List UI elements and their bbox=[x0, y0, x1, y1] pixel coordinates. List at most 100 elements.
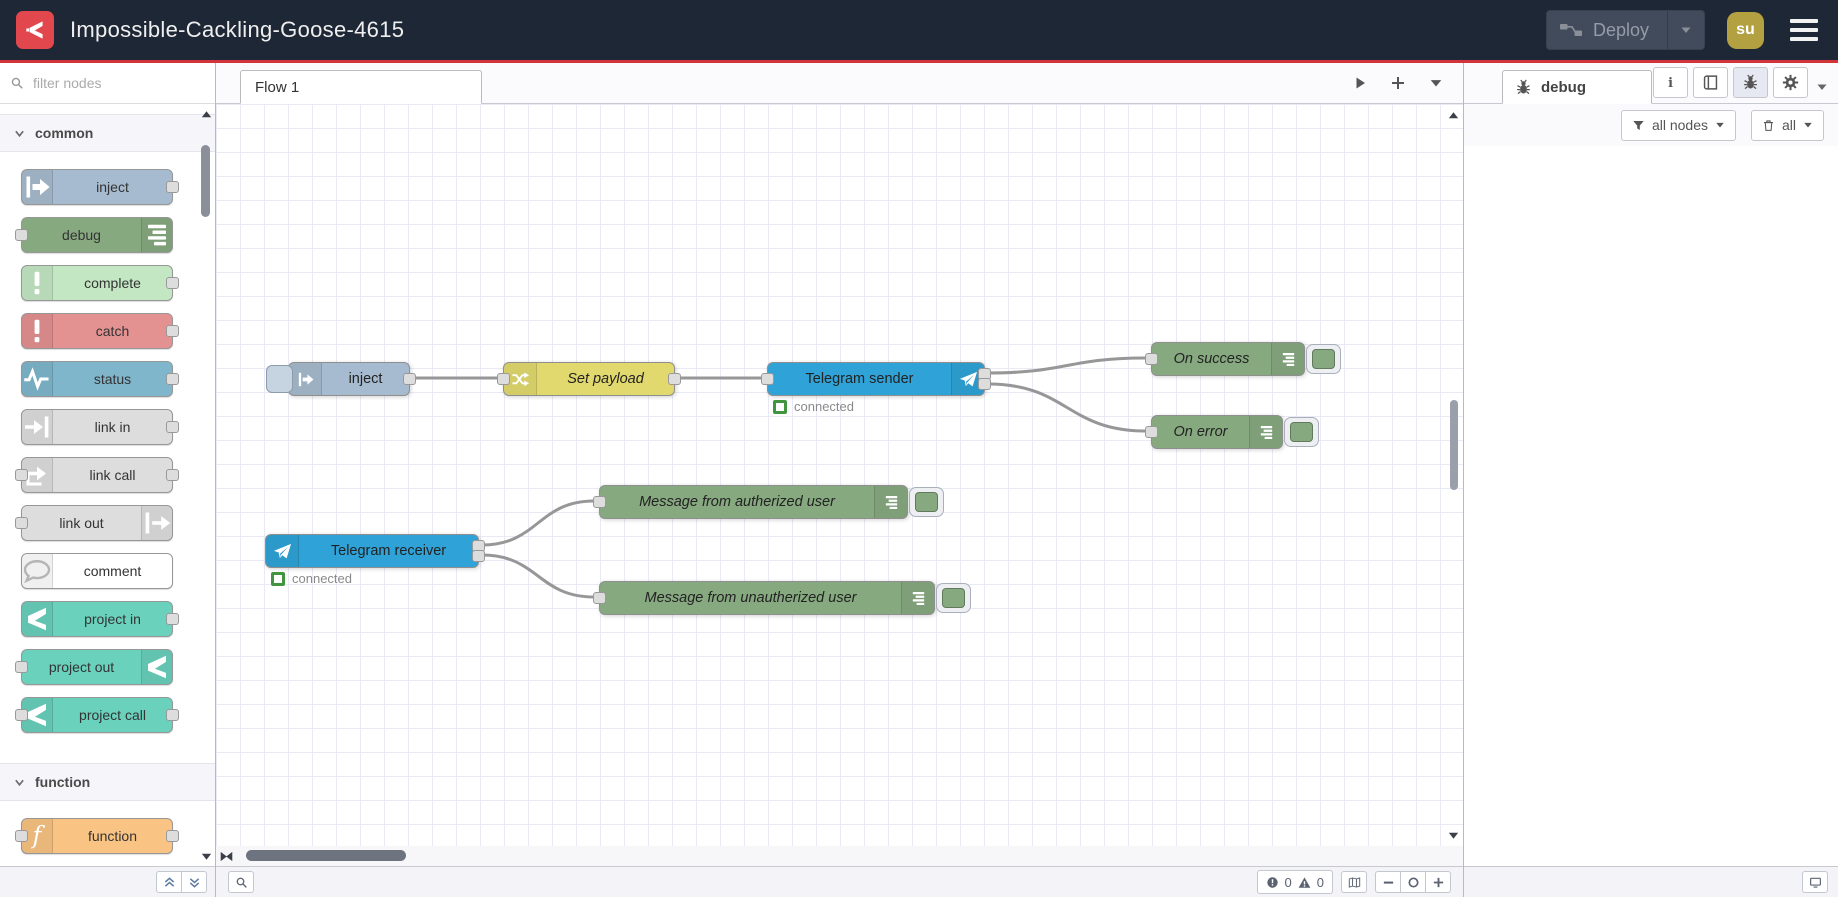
sidebar-tab-debug-button[interactable] bbox=[1733, 67, 1768, 98]
scroll-down-arrow-icon[interactable] bbox=[1446, 828, 1460, 842]
flow-canvas[interactable]: inject Set payload Telegram sender connecte… bbox=[216, 104, 1463, 846]
palette-node-project-out[interactable]: project out bbox=[15, 649, 173, 685]
error-count-icon[interactable] bbox=[1266, 876, 1279, 889]
debug-enable-toggle[interactable] bbox=[1306, 344, 1341, 374]
scroll-up-arrow-icon[interactable] bbox=[1446, 108, 1460, 122]
node-input-port[interactable] bbox=[15, 229, 28, 241]
canvas-horizontal-scrollbar[interactable] bbox=[216, 846, 1463, 866]
warning-count-icon[interactable] bbox=[1298, 876, 1311, 889]
node-input-port[interactable] bbox=[15, 709, 28, 721]
flow-node-message-from-autherized-user[interactable]: Message from autherized user bbox=[593, 485, 944, 519]
palette-node-catch[interactable]: catch bbox=[21, 313, 179, 349]
palette-node-link-call[interactable]: link call bbox=[15, 457, 179, 493]
flow-menu-caret[interactable] bbox=[1429, 76, 1443, 90]
canvas-vscroll-thumb[interactable] bbox=[1450, 400, 1458, 490]
node-input-port[interactable] bbox=[15, 517, 28, 529]
deploy-options-caret[interactable] bbox=[1667, 11, 1704, 49]
node-output-port[interactable] bbox=[166, 277, 179, 289]
node-output-port[interactable] bbox=[166, 421, 179, 433]
flow-node-inject[interactable]: inject bbox=[266, 362, 416, 396]
palette-node-inject[interactable]: inject bbox=[21, 169, 179, 205]
palette-node-function[interactable]: f function bbox=[15, 818, 179, 854]
debug-enable-toggle[interactable] bbox=[936, 583, 971, 613]
node-input-port[interactable] bbox=[761, 373, 774, 385]
palette-category-common[interactable]: common bbox=[0, 114, 215, 152]
canvas-hscroll-thumb[interactable] bbox=[246, 850, 406, 861]
flow-node-telegram-receiver[interactable]: Telegram receiver bbox=[265, 534, 485, 568]
node-input-port[interactable] bbox=[497, 373, 510, 385]
add-flow-button[interactable] bbox=[1391, 76, 1405, 90]
flow-node-on-error[interactable]: On error bbox=[1145, 415, 1319, 449]
scroll-right-arrow-icon[interactable] bbox=[216, 849, 230, 863]
sidebar-tab-config-button[interactable] bbox=[1773, 67, 1808, 98]
palette-search-input[interactable] bbox=[31, 74, 205, 92]
flow-node-set-payload[interactable]: Set payload bbox=[497, 362, 681, 396]
palette-node-project-in[interactable]: project in bbox=[21, 601, 179, 637]
node-input-port[interactable] bbox=[1145, 426, 1158, 438]
node-output-port[interactable] bbox=[978, 378, 991, 391]
collapse-categories-button[interactable] bbox=[156, 871, 182, 893]
wire[interactable] bbox=[987, 382, 1147, 433]
node-output-port[interactable] bbox=[166, 469, 179, 481]
wire[interactable] bbox=[987, 356, 1147, 375]
palette-node-debug[interactable]: debug bbox=[15, 217, 173, 253]
sidebar-menu-caret[interactable] bbox=[1816, 81, 1828, 103]
palette-scrollbar[interactable] bbox=[199, 107, 213, 863]
flow-node-on-success[interactable]: On success bbox=[1145, 342, 1341, 376]
palette-search[interactable] bbox=[0, 63, 215, 104]
node-output-port[interactable] bbox=[166, 613, 179, 625]
zoom-out-button[interactable] bbox=[1375, 871, 1401, 893]
user-avatar[interactable]: su bbox=[1727, 11, 1764, 49]
zoom-reset-button[interactable] bbox=[1400, 871, 1426, 893]
palette-node-project-call[interactable]: project call bbox=[15, 697, 179, 733]
debug-clear-button[interactable]: all bbox=[1750, 109, 1824, 141]
search-flows-button[interactable] bbox=[228, 871, 254, 893]
node-output-port[interactable] bbox=[403, 373, 416, 385]
debug-enable-toggle[interactable] bbox=[909, 487, 944, 517]
flow-node-message-from-unautherized-user[interactable]: Message from unautherized user bbox=[593, 581, 971, 615]
main-menu-button[interactable] bbox=[1786, 15, 1822, 45]
zoom-in-button[interactable] bbox=[1425, 871, 1451, 893]
navigator-button[interactable] bbox=[1341, 871, 1367, 893]
canvas-vertical-scrollbar[interactable] bbox=[1446, 108, 1461, 842]
deploy-button[interactable]: Deploy bbox=[1545, 10, 1705, 50]
node-output-port[interactable] bbox=[166, 373, 179, 385]
palette-group-common: inject debug complete catch status link in lin… bbox=[0, 152, 215, 753]
node-output-port[interactable] bbox=[166, 181, 179, 193]
scroll-down-arrow-icon[interactable] bbox=[199, 849, 213, 863]
tab-debug[interactable]: debug bbox=[1502, 70, 1652, 104]
node-input-port[interactable] bbox=[15, 830, 28, 842]
node-input-port[interactable] bbox=[593, 592, 606, 604]
wire[interactable] bbox=[481, 499, 595, 547]
svg-text:i: i bbox=[1668, 76, 1673, 91]
palette-node-link-out[interactable]: link out bbox=[15, 505, 173, 541]
node-input-port[interactable] bbox=[593, 496, 606, 508]
node-input-port[interactable] bbox=[1145, 353, 1158, 365]
palette-scrollbar-thumb[interactable] bbox=[201, 145, 210, 217]
expand-categories-button[interactable] bbox=[181, 871, 207, 893]
node-output-port[interactable] bbox=[166, 709, 179, 721]
inject-trigger-button[interactable] bbox=[266, 365, 293, 393]
node-input-port[interactable] bbox=[15, 661, 28, 673]
node-output-port[interactable] bbox=[472, 550, 485, 563]
wire[interactable] bbox=[481, 553, 595, 599]
debug-filter-button[interactable]: all nodes bbox=[1620, 109, 1736, 141]
flow-node-telegram-sender[interactable]: Telegram sender bbox=[761, 362, 991, 396]
node-output-port[interactable] bbox=[166, 830, 179, 842]
scroll-up-arrow-icon[interactable] bbox=[199, 107, 213, 121]
palette-node-status[interactable]: status bbox=[21, 361, 179, 397]
palette-node-link-in[interactable]: link in bbox=[21, 409, 179, 445]
node-output-port[interactable] bbox=[166, 325, 179, 337]
node-output-port[interactable] bbox=[668, 373, 681, 385]
tab-flow-1[interactable]: Flow 1 bbox=[240, 70, 482, 104]
open-debug-window-button[interactable] bbox=[1802, 871, 1828, 893]
debug-messages-list[interactable] bbox=[1464, 146, 1838, 866]
sidebar-tab-info-button[interactable]: i bbox=[1653, 67, 1688, 98]
palette-node-comment[interactable]: comment bbox=[21, 553, 173, 589]
list-flows-button[interactable] bbox=[1353, 76, 1367, 90]
debug-enable-toggle[interactable] bbox=[1284, 417, 1319, 447]
palette-node-complete[interactable]: complete bbox=[21, 265, 179, 301]
sidebar-tab-help-button[interactable] bbox=[1693, 67, 1728, 98]
palette-category-function[interactable]: function bbox=[0, 763, 215, 801]
node-input-port[interactable] bbox=[15, 469, 28, 481]
